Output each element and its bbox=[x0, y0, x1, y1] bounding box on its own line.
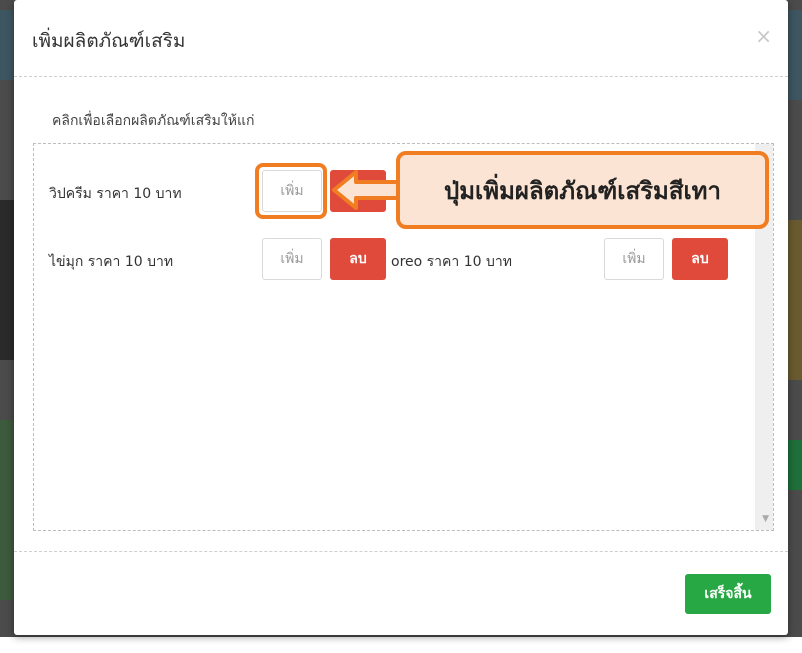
item-name: วิปครีม ราคา 10 บาท bbox=[49, 186, 182, 202]
delete-button[interactable]: ลบ bbox=[330, 238, 386, 280]
add-on-modal: เพิ่มผลิตภัณฑ์เสริม × คลิกเพื่อเลือกผลิต… bbox=[14, 0, 788, 635]
chevron-down-icon[interactable]: ▼ bbox=[762, 514, 769, 524]
delete-button[interactable]: ลบ bbox=[672, 238, 728, 280]
modal-header: เพิ่มผลิตภัณฑ์เสริม × bbox=[14, 0, 788, 77]
background-content bbox=[0, 420, 14, 600]
page-bottom-strip bbox=[0, 637, 802, 653]
item-name: oreo ราคา 10 บาท bbox=[391, 254, 512, 270]
close-icon[interactable]: × bbox=[755, 24, 772, 48]
add-button[interactable]: เพิ่ม bbox=[262, 238, 322, 280]
background-content bbox=[0, 200, 14, 360]
background-content bbox=[788, 220, 802, 380]
done-button[interactable]: เสร็จสิ้น bbox=[685, 574, 771, 614]
item-name: ไข่มุก ราคา 10 บาท bbox=[49, 254, 174, 270]
instruction-label: คลิกเพื่อเลือกผลิตภัณฑ์เสริมให้แก่ bbox=[52, 113, 255, 129]
background-content bbox=[788, 10, 802, 100]
modal-footer bbox=[14, 551, 788, 636]
highlight-ring bbox=[255, 163, 327, 219]
background-content bbox=[0, 10, 14, 80]
arrow-left-icon bbox=[332, 170, 402, 210]
annotation-callout: ปุ่มเพิ่มผลิตภัณฑ์เสริมสีเทา bbox=[396, 151, 769, 229]
add-button[interactable]: เพิ่ม bbox=[604, 238, 664, 280]
background-content bbox=[788, 440, 802, 490]
modal-title: เพิ่มผลิตภัณฑ์เสริม bbox=[32, 30, 186, 52]
